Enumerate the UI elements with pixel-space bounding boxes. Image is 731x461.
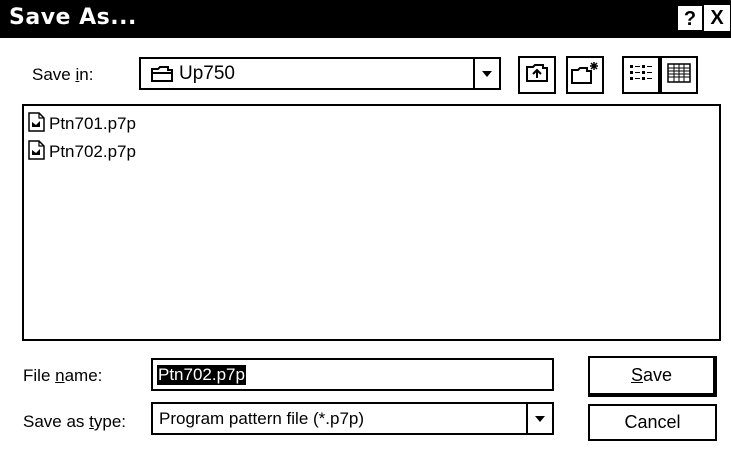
details-view-button[interactable] — [660, 56, 698, 94]
file-list[interactable]: Ptn701.p7p Ptn702.p7p — [22, 104, 721, 341]
up-one-level-button[interactable] — [518, 56, 556, 94]
save-as-type-value: Program pattern file (*.p7p) — [159, 408, 365, 428]
window-title: Save As... — [9, 5, 137, 30]
save-in-label: Save in: — [32, 65, 94, 84]
save-as-dialog: Save As... ? X Save in: Up750 Ptn701.p7p… — [0, 0, 731, 461]
list-item[interactable]: Ptn701.p7p — [28, 111, 136, 137]
folder-icon — [150, 64, 174, 89]
file-icon — [28, 111, 45, 137]
file-icon — [28, 139, 45, 165]
file-name-input[interactable]: Ptn702.p7p — [151, 358, 554, 391]
chevron-down-icon — [481, 65, 493, 83]
file-name-label: File name: — [23, 366, 103, 385]
save-in-value: Up750 — [179, 62, 235, 84]
save-as-type-label: Save as type: — [23, 412, 127, 431]
file-name: Ptn701.p7p — [49, 114, 136, 133]
save-in-combo[interactable]: Up750 — [139, 57, 501, 90]
up-folder-icon — [524, 61, 550, 90]
list-item[interactable]: Ptn702.p7p — [28, 139, 136, 165]
new-folder-icon — [570, 60, 600, 91]
save-in-dropdown-button[interactable] — [473, 59, 499, 88]
save-as-type-select[interactable]: Program pattern file (*.p7p) — [151, 402, 554, 435]
file-name: Ptn702.p7p — [49, 142, 136, 161]
chevron-down-icon — [534, 410, 546, 428]
details-view-icon — [666, 62, 692, 89]
save-button[interactable]: Save — [588, 356, 717, 397]
cancel-button[interactable]: Cancel — [588, 404, 717, 441]
file-name-value: Ptn702.p7p — [157, 364, 246, 385]
title-bar[interactable]: Save As... ? X — [0, 0, 731, 38]
list-view-button[interactable] — [622, 56, 660, 94]
save-as-type-dropdown-button[interactable] — [526, 404, 552, 433]
create-new-folder-button[interactable] — [566, 56, 604, 94]
help-button[interactable]: ? — [677, 5, 703, 31]
close-button[interactable]: X — [704, 5, 730, 31]
list-view-icon — [628, 62, 654, 89]
